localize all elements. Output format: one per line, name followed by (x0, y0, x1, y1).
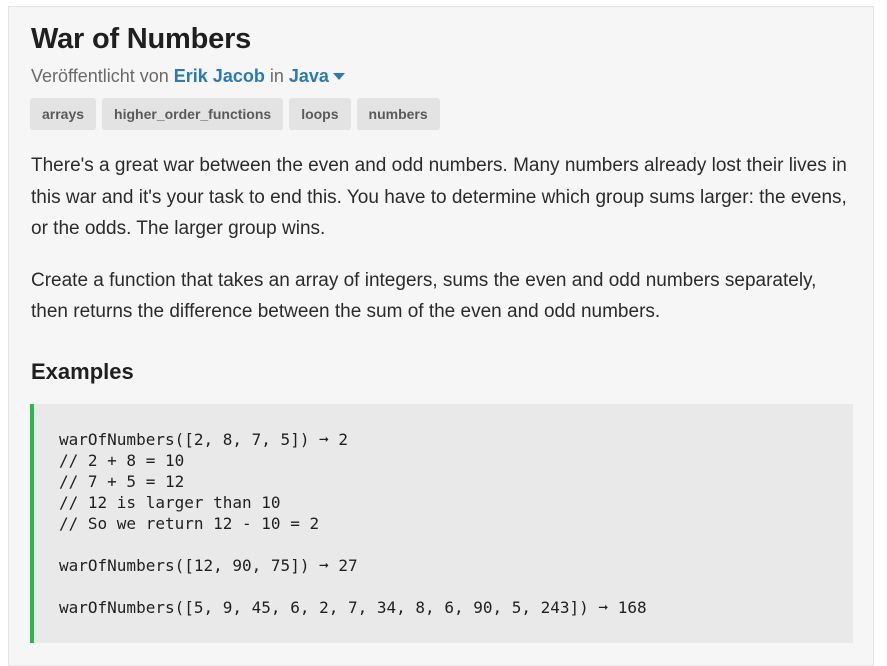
description-paragraph: Create a function that takes an array of… (31, 269, 817, 323)
tag-numbers[interactable]: numbers (356, 98, 440, 130)
tag-loops[interactable]: loops (289, 98, 351, 130)
examples-code: warOfNumbers([2, 8, 7, 5]) ➞ 2 // 2 + 8 … (59, 430, 647, 617)
published-prefix: Veröffentlicht von (31, 66, 169, 86)
tag-list: arrays higher_order_functions loops numb… (30, 98, 440, 130)
examples-code-block: warOfNumbers([2, 8, 7, 5]) ➞ 2 // 2 + 8 … (30, 404, 853, 643)
description-paragraph: There's a great war between the even and… (31, 155, 847, 239)
challenge-meta: Veröffentlicht von Erik Jacob in Java (31, 66, 345, 87)
author-link[interactable]: Erik Jacob (174, 66, 265, 86)
in-word: in (269, 66, 284, 86)
caret-down-icon[interactable] (332, 72, 345, 80)
tag-arrays[interactable]: arrays (30, 98, 97, 130)
examples-heading: Examples (31, 359, 134, 384)
challenge-title: War of Numbers (31, 23, 252, 55)
challenge-description: There's a great war between the even and… (31, 150, 851, 348)
language-link[interactable]: Java (289, 66, 329, 86)
tag-higher-order-functions[interactable]: higher_order_functions (102, 98, 284, 130)
challenge-card: War of Numbers Veröffentlicht von Erik J… (8, 6, 874, 666)
